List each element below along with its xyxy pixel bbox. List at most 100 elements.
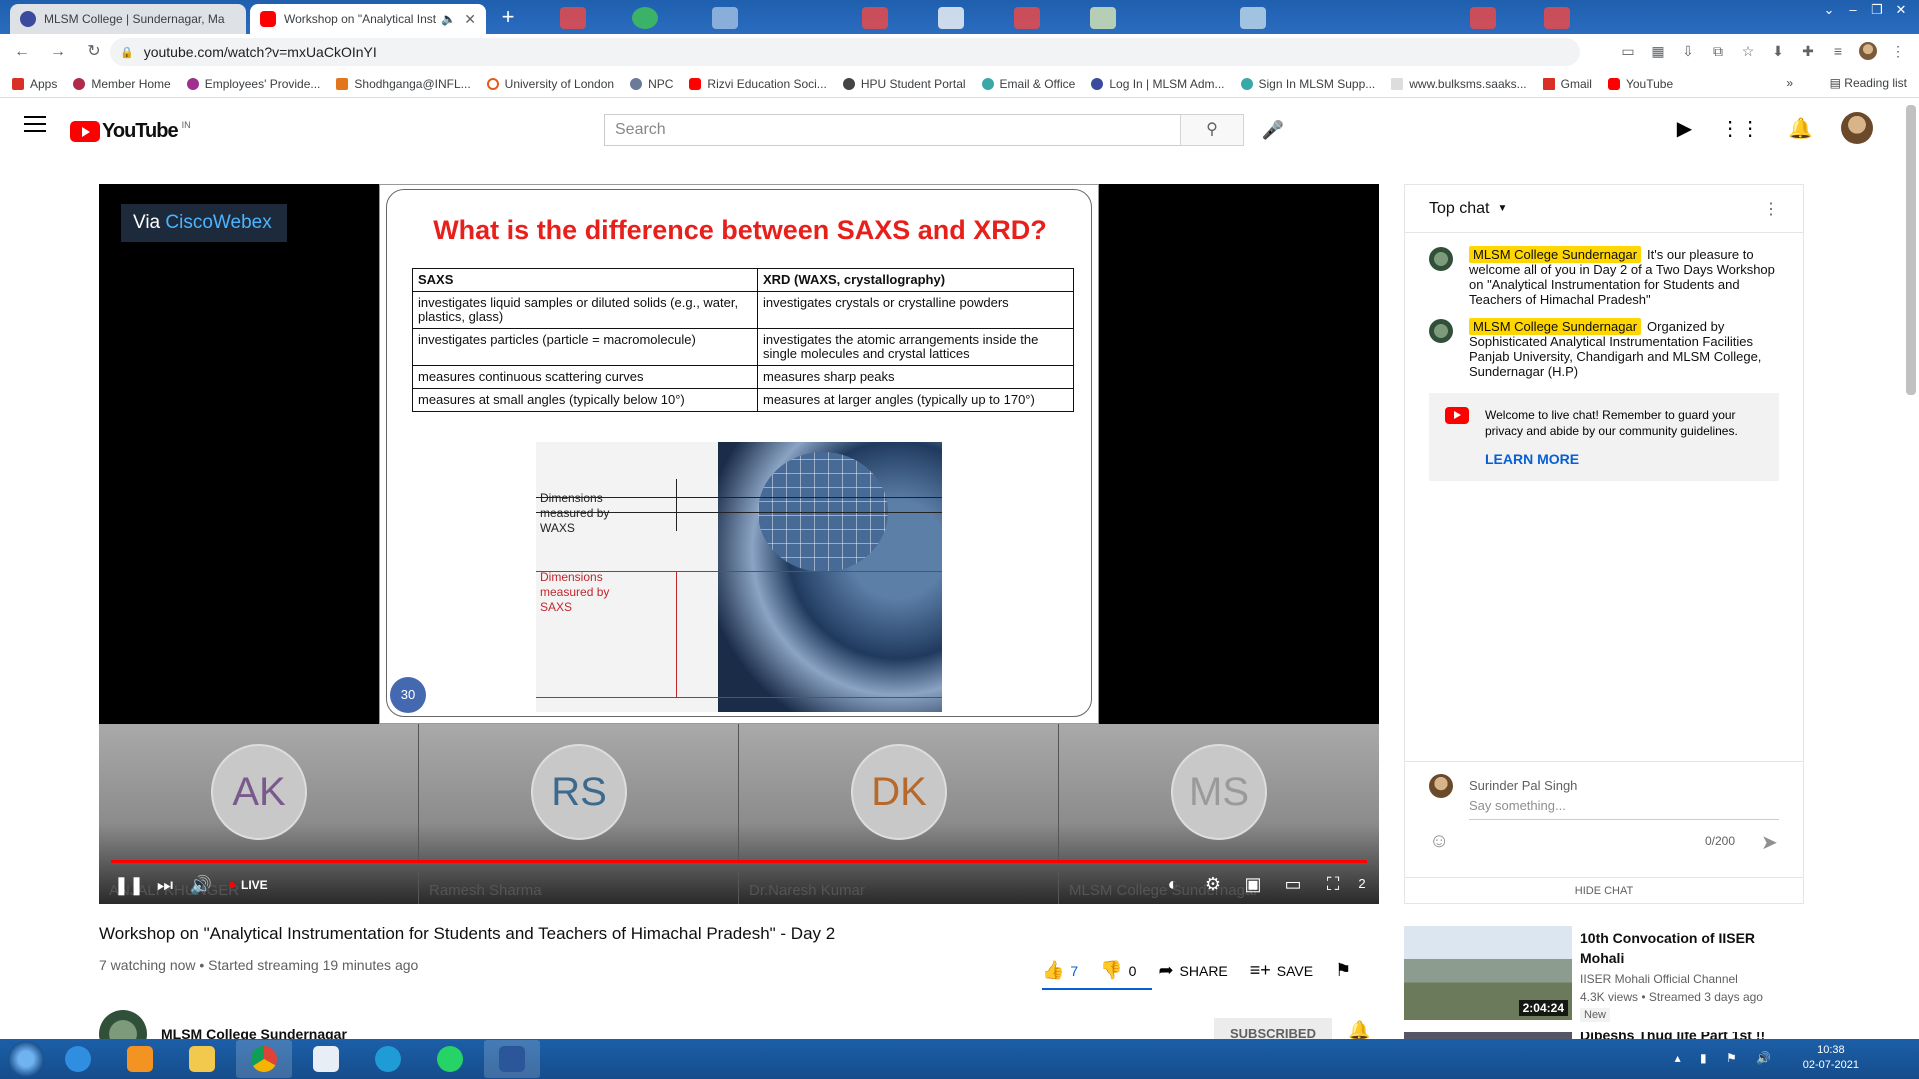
fullscreen-icon[interactable]: ⛶ — [1315, 866, 1351, 902]
download-extension-icon[interactable]: ⬇ — [1769, 42, 1787, 60]
bookmark-university-of-london[interactable]: University of London — [486, 77, 614, 91]
cast-icon[interactable]: ▭ — [1619, 42, 1637, 60]
install-icon[interactable]: ⇩ — [1679, 42, 1697, 60]
notification-bell-icon[interactable]: 🔔 — [1348, 1020, 1370, 1041]
qr-icon[interactable]: ▦ — [1649, 42, 1667, 60]
bookmark-employees-provident[interactable]: Employees' Provide... — [186, 77, 320, 91]
learn-more-link[interactable]: LEARN MORE — [1485, 451, 1763, 467]
profile-avatar[interactable] — [1859, 42, 1877, 60]
star-icon[interactable]: ☆ — [1739, 42, 1757, 60]
browser-tab-mlsm[interactable]: MLSM College | Sundernagar, Ma — [10, 4, 246, 34]
bookmark-rizvi-education[interactable]: Rizvi Education Soci... — [689, 77, 827, 91]
taskbar-chrome-icon[interactable] — [236, 1040, 292, 1078]
bookmark-gmail[interactable]: Gmail — [1542, 77, 1592, 91]
notifications-bell-icon[interactable]: 🔔 — [1788, 116, 1813, 141]
chat-author[interactable]: MLSM College Sundernagar — [1469, 318, 1642, 335]
volume-icon[interactable]: 🔊 — [183, 867, 219, 903]
minimize-icon[interactable]: – — [1843, 2, 1863, 18]
voice-search-mic-icon[interactable]: 🎤 — [1257, 114, 1289, 146]
recommended-video[interactable]: 2:04:24 10th Convocation of IISER Mohali… — [1404, 926, 1804, 1026]
theater-mode-icon[interactable]: ▭ — [1275, 866, 1311, 902]
account-avatar[interactable] — [1841, 112, 1873, 144]
create-video-icon[interactable]: ▶ — [1677, 116, 1692, 141]
dislike-button[interactable]: 👎 0 — [1100, 960, 1136, 981]
new-tab-button[interactable]: + — [494, 6, 522, 30]
page-scrollbar[interactable] — [1906, 105, 1916, 395]
bookmark-bulksms[interactable]: www.bulksms.saaks... — [1391, 77, 1527, 91]
share-button[interactable]: ➦ SHARE — [1158, 960, 1227, 981]
forward-arrow-icon[interactable]: → — [44, 38, 72, 66]
extensions-puzzle-icon[interactable]: ✚ — [1799, 42, 1817, 60]
next-icon[interactable]: ⏭ — [147, 867, 183, 903]
back-arrow-icon[interactable]: ← — [8, 38, 36, 66]
pause-icon[interactable]: ❚❚ — [111, 867, 147, 903]
bookmark-apps[interactable]: Apps — [12, 77, 57, 91]
chat-mode-selector[interactable]: Top chat — [1429, 200, 1489, 218]
folder-icon — [189, 1046, 215, 1072]
maximize-icon[interactable]: ❐ — [1867, 2, 1887, 18]
taskbar-explorer-icon[interactable] — [174, 1040, 230, 1078]
bookmark-npc[interactable]: NPC — [630, 77, 673, 91]
translate-icon[interactable]: ⧉ — [1709, 42, 1727, 60]
send-icon[interactable]: ➤ — [1761, 830, 1778, 855]
player-controls: ❚❚ ⏭ 🔊 LIVE ◐ ⚙ ▣ ▭ ⛶ 2 — [99, 866, 1379, 904]
menu-icon[interactable] — [24, 116, 46, 132]
bookmark-hpu-portal[interactable]: HPU Student Portal — [842, 77, 966, 91]
settings-gear-icon[interactable]: ⚙ — [1195, 866, 1231, 902]
dropdown-caret-icon[interactable]: ▼ — [1497, 203, 1507, 214]
table-row: investigates particles (particle = macro… — [412, 328, 1074, 366]
desktop-pdf-icon — [560, 7, 586, 29]
recommended-channel[interactable]: IISER Mohali Official Channel — [1580, 972, 1738, 986]
report-flag-button[interactable]: ⚑ — [1335, 960, 1357, 981]
search-input[interactable]: Search — [604, 114, 1180, 146]
browser-tab-youtube[interactable]: Workshop on "Analytical Inst 🔈 ✕ — [250, 4, 486, 34]
more-bookmarks-chevron[interactable]: » — [1786, 76, 1793, 90]
bookmark-mlsm-login[interactable]: Log In | MLSM Adm... — [1091, 77, 1225, 91]
system-tray-icons[interactable]: ▴ ▮ ⚑ 🔊 — [1675, 1051, 1779, 1065]
lock-icon[interactable]: 🔒 — [120, 46, 134, 59]
recommended-title[interactable]: 10th Convocation of IISER Mohali — [1580, 928, 1790, 968]
taskbar-ie-icon[interactable] — [50, 1040, 106, 1078]
url-input[interactable]: 🔒 youtube.com/watch?v=mxUaCkOInYI — [110, 38, 1580, 66]
video-player[interactable]: Via CiscoWebex What is the difference be… — [99, 184, 1379, 904]
reload-icon[interactable]: ↻ — [80, 38, 108, 66]
chat-more-icon[interactable]: ⋮ — [1763, 199, 1779, 219]
speaker-icon[interactable]: 🔈 — [441, 12, 456, 26]
more-menu-icon[interactable]: ⋮ — [1889, 42, 1907, 60]
live-badge[interactable]: LIVE — [241, 878, 268, 892]
miniplayer-icon[interactable]: ▣ — [1235, 866, 1271, 902]
taskbar-word-icon[interactable] — [484, 1040, 540, 1078]
progress-bar[interactable] — [111, 860, 1367, 863]
taskbar-whatsapp-icon[interactable] — [422, 1040, 478, 1078]
emoji-icon[interactable]: ☺ — [1429, 830, 1449, 853]
chat-message-input[interactable]: Say something... — [1469, 798, 1779, 820]
search-button[interactable]: ⚲ — [1180, 114, 1244, 146]
taskbar-edge-icon[interactable] — [360, 1040, 416, 1078]
like-button[interactable]: 👍 7 — [1042, 960, 1078, 981]
tab-search-icon[interactable]: ⌄ — [1819, 2, 1839, 18]
media-queue-icon[interactable]: ≡ — [1829, 42, 1847, 60]
apps-grid-icon[interactable]: ⋮⋮ — [1720, 116, 1760, 141]
autoplay-toggle[interactable]: ◐ — [1155, 866, 1191, 902]
bookmark-email-office[interactable]: Email & Office — [981, 77, 1075, 91]
video-thumbnail[interactable]: 2:04:24 — [1404, 926, 1572, 1020]
bookmark-label: NPC — [648, 76, 674, 91]
participant-avatar: RS — [531, 744, 627, 840]
taskbar-chat-icon[interactable] — [298, 1040, 354, 1078]
next-recommendation-title[interactable]: Dibeshs Thug life Part 1st !! — [1580, 1032, 1765, 1039]
browser-tab-strip: MLSM College | Sundernagar, Ma Workshop … — [0, 0, 1919, 34]
close-tab-icon[interactable]: ✕ — [464, 11, 476, 28]
bookmark-shodhganga[interactable]: Shodhganga@INFL... — [336, 77, 471, 91]
bookmark-mlsm-support[interactable]: Sign In MLSM Supp... — [1240, 77, 1375, 91]
bookmark-member-home[interactable]: Member Home — [73, 77, 171, 91]
bookmark-youtube[interactable]: YouTube — [1607, 77, 1673, 91]
start-button[interactable] — [8, 1041, 44, 1077]
youtube-logo[interactable]: YouTube IN — [70, 120, 191, 143]
save-button[interactable]: ≡+ SAVE — [1250, 960, 1313, 981]
hide-chat-button[interactable]: HIDE CHAT — [1405, 877, 1803, 903]
taskbar-media-icon[interactable] — [112, 1040, 168, 1078]
reading-list-button[interactable]: ▤ Reading list — [1830, 76, 1907, 90]
chat-author[interactable]: MLSM College Sundernagar — [1469, 246, 1642, 263]
close-window-icon[interactable]: ✕ — [1891, 2, 1911, 18]
system-clock[interactable]: 10:38 02-07-2021 — [1803, 1043, 1859, 1073]
